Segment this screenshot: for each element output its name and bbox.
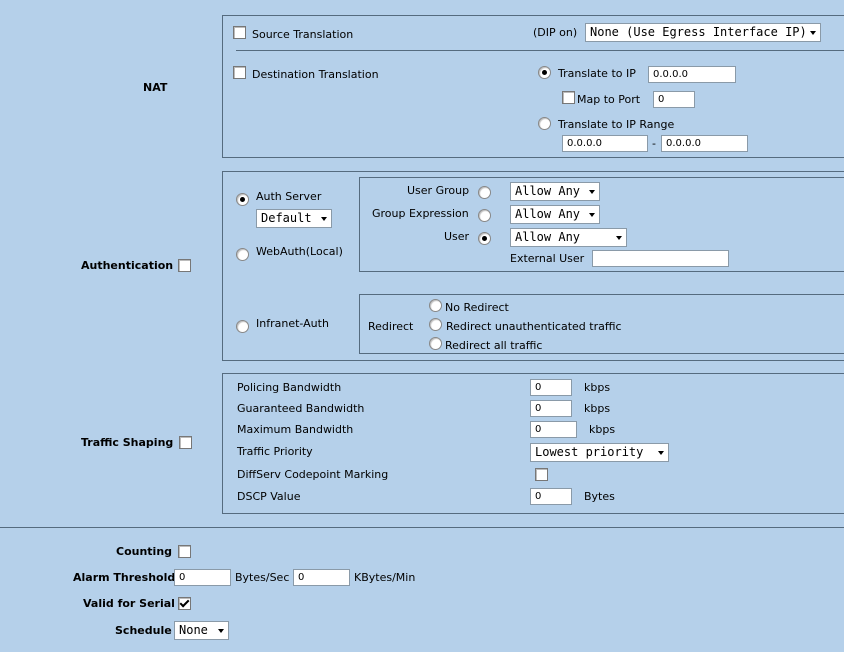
destination-translation-label: Destination Translation <box>252 68 379 81</box>
infranet-auth-radio[interactable] <box>236 320 249 333</box>
traffic-priority-select[interactable]: Lowest priority <box>530 443 669 462</box>
user-radio[interactable] <box>478 232 491 245</box>
user-label: User <box>444 230 470 243</box>
guaranteed-bandwidth-label: Guaranteed Bandwidth <box>237 402 365 415</box>
policing-bandwidth-input[interactable]: 0 <box>530 379 572 396</box>
source-translation-label: Source Translation <box>252 28 354 41</box>
authentication-label: Authentication <box>81 259 174 272</box>
alarm-bytes-input[interactable]: 0 <box>174 569 231 586</box>
group-expression-radio[interactable] <box>478 209 491 222</box>
auth-panel-top <box>222 171 844 172</box>
dip-select-value: None (Use Egress Interface IP) <box>590 25 807 39</box>
webauth-local-radio[interactable] <box>236 248 249 261</box>
translate-to-ip-range-radio[interactable] <box>538 117 551 130</box>
traffic-shaping-checkbox[interactable] <box>179 436 192 449</box>
maximum-bandwidth-label: Maximum Bandwidth <box>237 423 354 436</box>
nat-divider <box>236 50 844 51</box>
dscp-unit: Bytes <box>584 490 615 503</box>
redirect-unauth-radio[interactable] <box>429 318 442 331</box>
chevron-down-icon <box>589 213 595 217</box>
diffserv-label: DiffServ Codepoint Marking <box>237 468 389 481</box>
auth-server-label: Auth Server <box>256 190 322 203</box>
nat-panel-border <box>222 15 223 157</box>
redirect-all-radio[interactable] <box>429 337 442 350</box>
ip-range-separator: - <box>652 137 656 150</box>
valid-for-serial-checkbox[interactable] <box>178 597 191 610</box>
ip-range-end-input[interactable]: 0.0.0.0 <box>661 135 748 152</box>
user-select-value: Allow Any <box>515 230 581 244</box>
redirect-unauth-label: Redirect unauthenticated traffic <box>446 320 622 333</box>
diffserv-checkbox[interactable] <box>535 468 548 481</box>
chevron-down-icon <box>810 31 816 35</box>
user-group-radio[interactable] <box>478 186 491 199</box>
external-user-label: External User <box>510 252 585 265</box>
kbytes-min-label: KBytes/Min <box>354 571 416 584</box>
user-group-select-value: Allow Any <box>515 184 581 198</box>
dip-on-label: (DIP on) <box>533 26 578 39</box>
bytes-sec-label: Bytes/Sec <box>235 571 290 584</box>
misc-divider <box>0 527 844 528</box>
translate-to-ip-label: Translate to IP <box>558 67 636 80</box>
auth-panel-border <box>222 171 223 360</box>
dscp-value-label: DSCP Value <box>237 490 301 503</box>
translate-ip-input[interactable]: 0.0.0.0 <box>648 66 736 83</box>
auth-panel-bottom <box>222 360 844 361</box>
schedule-select-value: None <box>179 623 208 637</box>
chevron-down-icon <box>321 217 327 221</box>
chevron-down-icon <box>616 236 622 240</box>
ip-range-start-input[interactable]: 0.0.0.0 <box>562 135 648 152</box>
chevron-down-icon <box>658 451 664 455</box>
webauth-local-label: WebAuth(Local) <box>256 245 343 258</box>
schedule-label: Schedule <box>115 624 172 637</box>
redirect-all-label: Redirect all traffic <box>445 339 543 352</box>
shaping-panel-top <box>222 373 844 374</box>
destination-translation-checkbox[interactable] <box>233 66 246 79</box>
user-group-select[interactable]: Allow Any <box>510 182 600 201</box>
chevron-down-icon <box>589 190 595 194</box>
counting-checkbox[interactable] <box>178 545 191 558</box>
alarm-threshold-label: Alarm Threshold <box>73 571 176 584</box>
nat-label: NAT <box>143 81 168 94</box>
alarm-kbytes-input[interactable]: 0 <box>293 569 350 586</box>
maximum-bandwidth-input[interactable]: 0 <box>530 421 577 438</box>
auth-server-select[interactable]: Default <box>256 209 332 228</box>
no-redirect-label: No Redirect <box>445 301 509 314</box>
translate-to-ip-range-label: Translate to IP Range <box>558 118 675 131</box>
auth-server-select-value: Default <box>261 211 312 225</box>
policing-unit: kbps <box>584 381 611 394</box>
redirect-label: Redirect <box>368 320 414 333</box>
dscp-value-input[interactable]: 0 <box>530 488 572 505</box>
map-port-input[interactable]: 0 <box>653 91 695 108</box>
dip-select[interactable]: None (Use Egress Interface IP) <box>585 23 821 42</box>
auth-server-radio[interactable] <box>236 193 249 206</box>
external-user-input[interactable] <box>592 250 729 267</box>
valid-for-serial-label: Valid for Serial <box>83 597 175 610</box>
counting-label: Counting <box>116 545 173 558</box>
group-expression-select-value: Allow Any <box>515 207 581 221</box>
group-expression-label: Group Expression <box>372 207 469 220</box>
guaranteed-unit: kbps <box>584 402 611 415</box>
user-group-label: User Group <box>407 184 470 197</box>
traffic-shaping-label: Traffic Shaping <box>81 436 174 449</box>
nat-panel-bottom <box>222 157 844 158</box>
user-select[interactable]: Allow Any <box>510 228 627 247</box>
guaranteed-bandwidth-input[interactable]: 0 <box>530 400 572 417</box>
shaping-panel-bottom <box>222 513 844 514</box>
source-translation-checkbox[interactable] <box>233 26 246 39</box>
infranet-auth-label: Infranet-Auth <box>256 317 329 330</box>
shaping-panel-border <box>222 373 223 513</box>
policing-bandwidth-label: Policing Bandwidth <box>237 381 342 394</box>
translate-to-ip-radio[interactable] <box>538 66 551 79</box>
chevron-down-icon <box>218 629 224 633</box>
traffic-priority-select-value: Lowest priority <box>535 445 644 459</box>
group-expression-select[interactable]: Allow Any <box>510 205 600 224</box>
nat-panel-top <box>222 15 844 16</box>
map-to-port-checkbox[interactable] <box>562 91 575 104</box>
traffic-priority-label: Traffic Priority <box>237 445 313 458</box>
map-to-port-label: Map to Port <box>577 93 641 106</box>
schedule-select[interactable]: None <box>174 621 229 640</box>
no-redirect-radio[interactable] <box>429 299 442 312</box>
authentication-checkbox[interactable] <box>178 259 191 272</box>
maximum-unit: kbps <box>589 423 616 436</box>
